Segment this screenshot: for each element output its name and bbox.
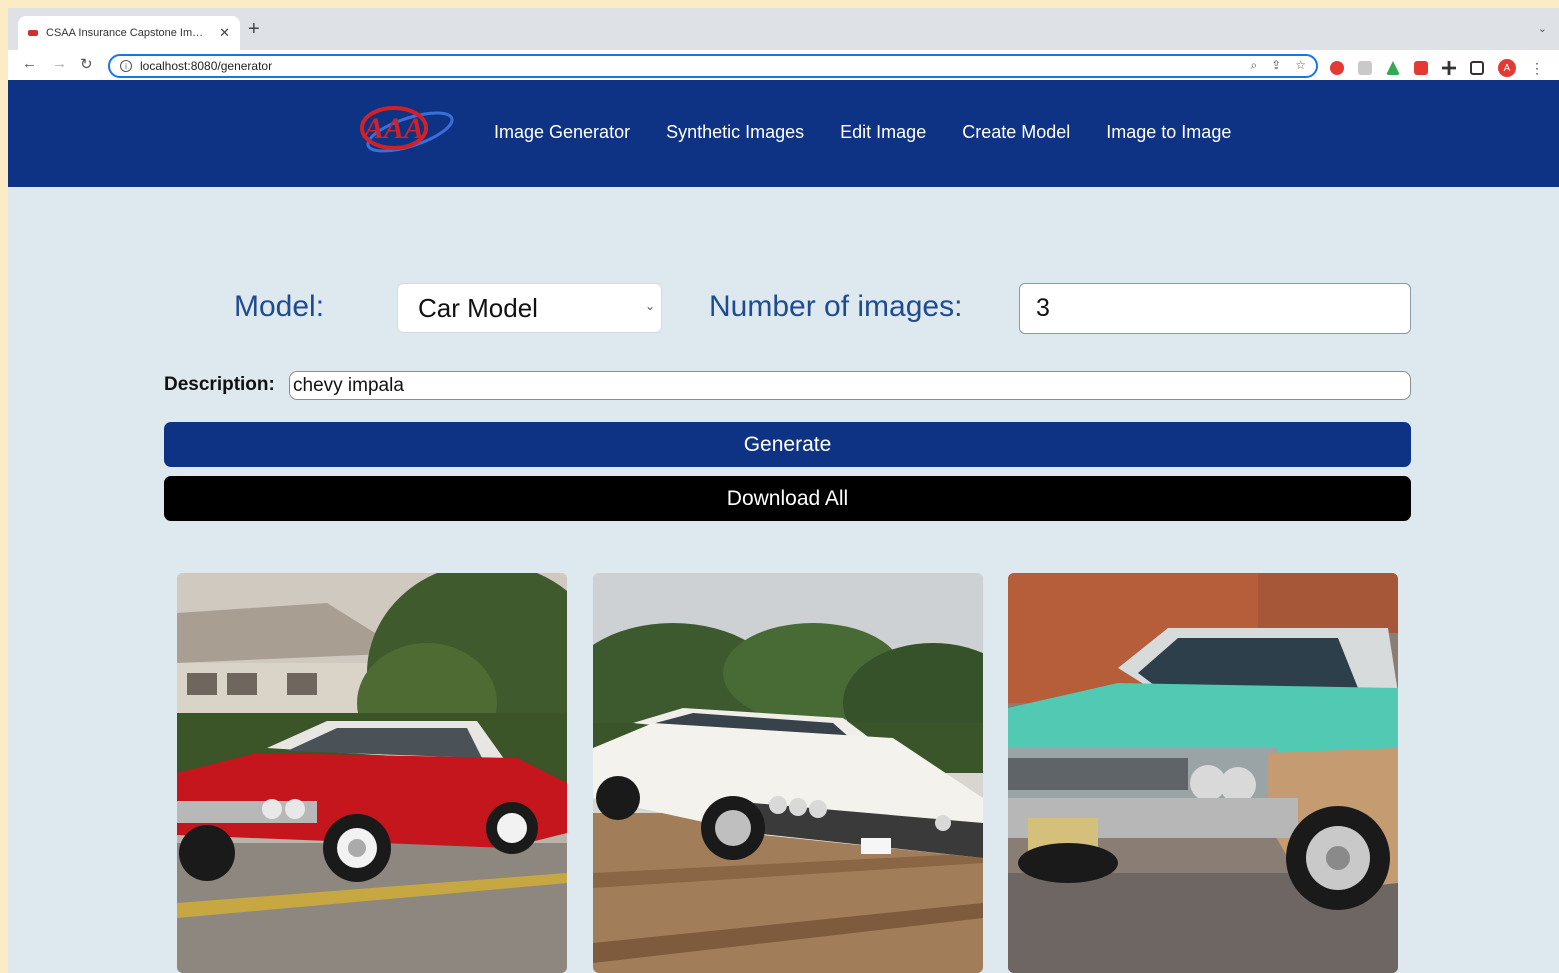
search-icon[interactable]: ⌕ bbox=[1250, 58, 1257, 73]
puzzle-icon[interactable] bbox=[1442, 61, 1456, 75]
info-icon[interactable]: i bbox=[120, 60, 132, 72]
description-label: Description: bbox=[164, 374, 275, 395]
close-icon[interactable]: ✕ bbox=[219, 25, 230, 41]
new-tab-icon[interactable]: + bbox=[248, 18, 260, 41]
num-images-input[interactable]: 3 bbox=[1019, 283, 1411, 334]
num-images-value: 3 bbox=[1036, 294, 1050, 322]
tab-favicon-icon bbox=[28, 30, 38, 36]
more-icon[interactable]: ⋮ bbox=[1530, 60, 1544, 77]
nav-image-to-image[interactable]: Image to Image bbox=[1106, 122, 1231, 143]
back-icon[interactable]: ← bbox=[22, 55, 37, 72]
address-bar[interactable]: i localhost:8080/generator ⌕ ⇪ ☆ bbox=[108, 54, 1318, 78]
extension-gray-icon[interactable] bbox=[1358, 61, 1372, 75]
generate-button[interactable]: Generate bbox=[164, 422, 1411, 467]
sidebar-icon[interactable] bbox=[1470, 61, 1484, 75]
nav-links: Image Generator Synthetic Images Edit Im… bbox=[494, 122, 1267, 143]
app-page: AAA Image Generator Synthetic Images Edi… bbox=[8, 80, 1559, 973]
nav-image-generator[interactable]: Image Generator bbox=[494, 122, 630, 143]
chevron-down-icon: ⌄ bbox=[644, 299, 655, 313]
num-images-label: Number of images: bbox=[709, 290, 963, 323]
nav-synthetic-images[interactable]: Synthetic Images bbox=[666, 122, 804, 143]
reload-icon[interactable]: ↻ bbox=[80, 55, 93, 73]
model-select-value: Car Model bbox=[418, 292, 538, 323]
generated-image-1[interactable] bbox=[177, 573, 567, 973]
download-all-button[interactable]: Download All bbox=[164, 476, 1411, 521]
profile-avatar[interactable]: A bbox=[1498, 59, 1516, 77]
generated-image-2[interactable] bbox=[593, 573, 983, 973]
browser-chrome: CSAA Insurance Capstone Im… ✕ + ⌄ ← → ↻ … bbox=[8, 8, 1559, 80]
description-value: chevy impala bbox=[293, 374, 404, 396]
star-icon[interactable]: ☆ bbox=[1295, 58, 1306, 73]
aaa-logo-icon[interactable]: AAA bbox=[358, 100, 454, 162]
extension-red-icon[interactable] bbox=[1330, 61, 1344, 75]
model-select[interactable]: Car Model ⌄ bbox=[397, 283, 662, 333]
url-text: localhost:8080/generator bbox=[140, 59, 273, 73]
browser-toolbar: ← → ↻ i localhost:8080/generator ⌕ ⇪ ☆ A… bbox=[8, 50, 1559, 80]
nav-edit-image[interactable]: Edit Image bbox=[840, 122, 926, 143]
generated-image-3[interactable] bbox=[1008, 573, 1398, 973]
svg-text:AAA: AAA bbox=[362, 112, 424, 145]
drive-icon[interactable] bbox=[1386, 61, 1400, 75]
nav-create-model[interactable]: Create Model bbox=[962, 122, 1070, 143]
description-input[interactable]: chevy impala bbox=[289, 371, 1411, 400]
share-icon[interactable]: ⇪ bbox=[1271, 58, 1281, 73]
model-label: Model: bbox=[234, 290, 325, 323]
extension-youtube-icon[interactable] bbox=[1414, 61, 1428, 75]
tab-title: CSAA Insurance Capstone Im… bbox=[46, 27, 204, 39]
forward-icon[interactable]: → bbox=[52, 55, 67, 72]
chevron-down-icon[interactable]: ⌄ bbox=[1538, 22, 1547, 35]
browser-tab[interactable]: CSAA Insurance Capstone Im… ✕ bbox=[18, 16, 240, 50]
navbar: AAA Image Generator Synthetic Images Edi… bbox=[8, 80, 1559, 187]
